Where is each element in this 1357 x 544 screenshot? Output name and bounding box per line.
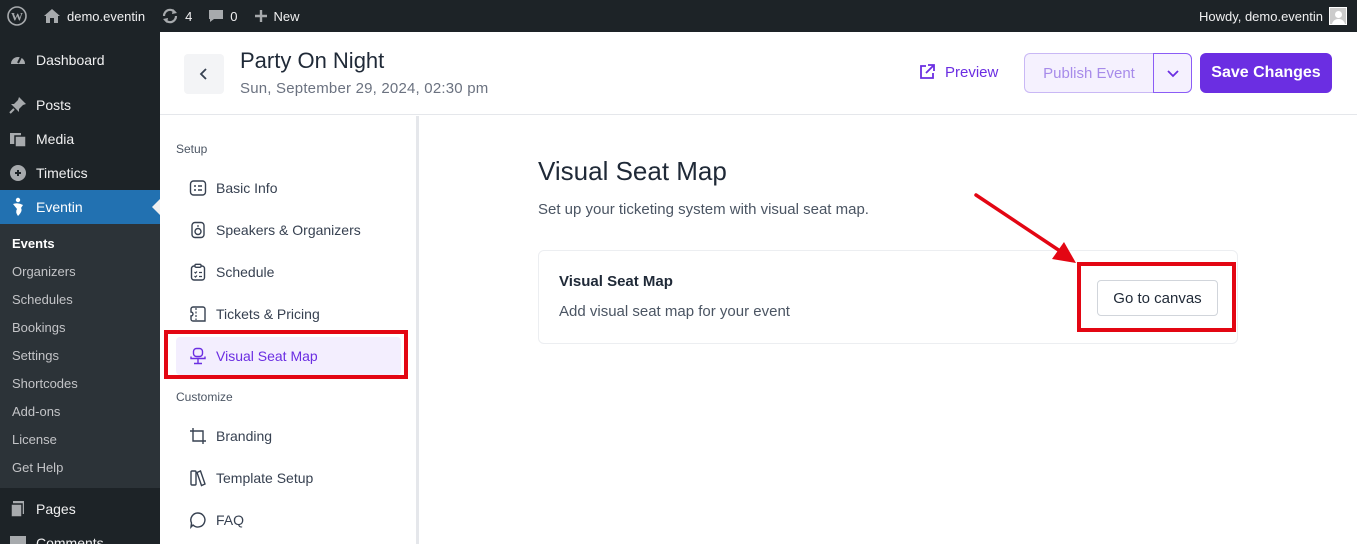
- preview-link[interactable]: Preview: [918, 63, 998, 81]
- comments-link[interactable]: 0: [200, 0, 245, 32]
- nav-schedule[interactable]: Schedule: [176, 253, 401, 291]
- nav-template-setup[interactable]: Template Setup: [176, 459, 401, 497]
- crop-icon: [188, 426, 208, 446]
- new-content-link[interactable]: New: [246, 0, 308, 32]
- wp-admin-menu: Dashboard Posts Media Timetics Eventin E…: [0, 32, 160, 544]
- save-changes-button[interactable]: Save Changes: [1200, 53, 1332, 93]
- wordpress-logo-icon[interactable]: W: [0, 0, 35, 32]
- nav-speakers-organizers[interactable]: Speakers & Organizers: [176, 211, 401, 249]
- pages-icon: [8, 499, 28, 519]
- menu-timetics[interactable]: Timetics: [0, 156, 160, 190]
- dashboard-icon: [8, 50, 28, 70]
- eventin-icon: [8, 197, 28, 217]
- submenu-get-help[interactable]: Get Help: [0, 454, 160, 482]
- timetics-icon: [8, 163, 28, 183]
- publish-group: Publish Event: [1024, 53, 1192, 93]
- comment-icon: [209, 10, 224, 22]
- seat-map-card: Visual Seat Map Add visual seat map for …: [538, 250, 1238, 344]
- event-date: Sun, September 29, 2024, 02:30 pm: [240, 80, 489, 97]
- annotation-arrow-icon: [974, 193, 1076, 263]
- admin-bar: W demo.eventin 4 0 New Howdy, demo.event…: [0, 0, 1357, 32]
- event-settings-nav: Setup Basic Info Speakers & Organizers S…: [160, 116, 417, 544]
- submenu-license[interactable]: License: [0, 426, 160, 454]
- avatar[interactable]: [1329, 7, 1347, 25]
- plus-icon: [254, 10, 267, 22]
- speaker-icon: [188, 220, 208, 240]
- site-name-link[interactable]: demo.eventin: [35, 0, 153, 32]
- new-label: New: [273, 8, 300, 24]
- nav-faq[interactable]: FAQ: [176, 501, 401, 539]
- eventin-submenu: Events Organizers Schedules Bookings Set…: [0, 224, 160, 488]
- go-to-canvas-button[interactable]: Go to canvas: [1097, 280, 1218, 316]
- customize-heading: Customize: [176, 390, 233, 404]
- back-button[interactable]: [184, 54, 224, 94]
- menu-dashboard[interactable]: Dashboard: [0, 43, 160, 77]
- publish-event-button[interactable]: Publish Event: [1024, 53, 1153, 93]
- nav-basic-info[interactable]: Basic Info: [176, 169, 401, 207]
- info-card-icon: [188, 178, 208, 198]
- external-link-icon: [920, 64, 935, 79]
- card-title: Visual Seat Map: [559, 273, 673, 290]
- howdy-user[interactable]: Howdy, demo.eventin: [1199, 9, 1323, 24]
- menu-media[interactable]: Media: [0, 122, 160, 156]
- site-name: demo.eventin: [67, 8, 146, 24]
- chat-icon: [188, 510, 208, 530]
- chair-icon: [188, 346, 208, 366]
- submenu-shortcodes[interactable]: Shortcodes: [0, 370, 160, 398]
- menu-pages[interactable]: Pages: [0, 492, 160, 526]
- submenu-bookings[interactable]: Bookings: [0, 314, 160, 342]
- menu-comments[interactable]: Comments: [0, 526, 160, 544]
- submenu-settings[interactable]: Settings: [0, 342, 160, 370]
- event-editor-header: Party On Night Sun, September 29, 2024, …: [160, 32, 1357, 115]
- submenu-events[interactable]: Events: [0, 230, 160, 258]
- comments-count: 0: [230, 8, 238, 24]
- event-title: Party On Night: [240, 48, 385, 73]
- setup-heading: Setup: [176, 142, 208, 156]
- book-icon: [188, 468, 208, 488]
- clipboard-icon: [188, 262, 208, 282]
- media-icon: [8, 129, 28, 149]
- publish-options-dropdown[interactable]: [1153, 53, 1192, 93]
- submenu-organizers[interactable]: Organizers: [0, 258, 160, 286]
- svg-text:W: W: [11, 10, 23, 24]
- home-icon: [44, 9, 60, 23]
- nav-visual-seat-map[interactable]: Visual Seat Map: [176, 337, 401, 375]
- page-subtitle: Set up your ticketing system with visual…: [538, 201, 869, 218]
- submenu-addons[interactable]: Add-ons: [0, 398, 160, 426]
- menu-posts[interactable]: Posts: [0, 88, 160, 122]
- updates-count: 4: [185, 8, 193, 24]
- chevron-down-icon: [1166, 69, 1179, 77]
- comments-icon: [8, 533, 28, 544]
- menu-eventin[interactable]: Eventin: [0, 190, 160, 224]
- refresh-icon: [162, 8, 178, 24]
- ticket-icon: [188, 304, 208, 324]
- chevron-left-icon: [199, 68, 207, 80]
- updates-link[interactable]: 4: [153, 0, 200, 32]
- card-description: Add visual seat map for your event: [559, 303, 790, 320]
- nav-branding[interactable]: Branding: [176, 417, 401, 455]
- preview-label: Preview: [945, 63, 999, 81]
- page-title: Visual Seat Map: [538, 156, 727, 186]
- pin-icon: [8, 95, 28, 115]
- nav-tickets-pricing[interactable]: Tickets & Pricing: [176, 295, 401, 333]
- nav-divider: [416, 116, 419, 544]
- submenu-schedules[interactable]: Schedules: [0, 286, 160, 314]
